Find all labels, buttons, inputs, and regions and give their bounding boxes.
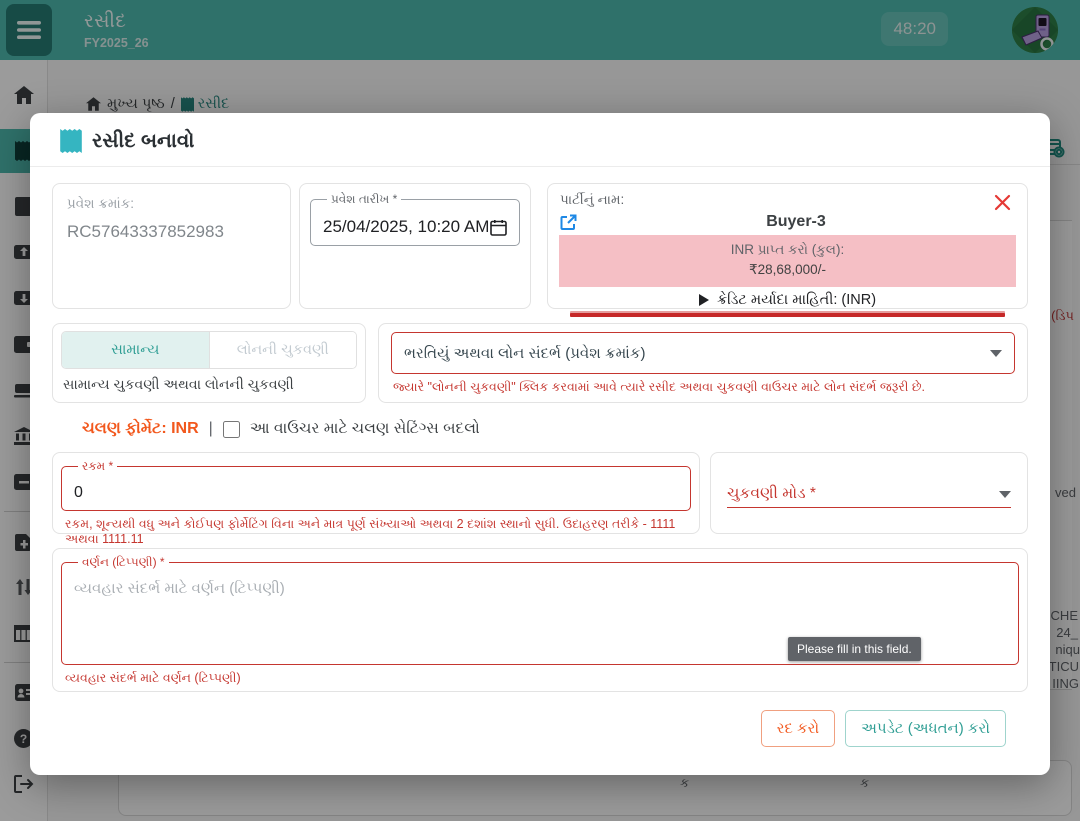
currency-settings-label: આ વાઉચર માટે ચલણ સેટિંગ્સ બદલો xyxy=(250,420,480,438)
reference-card: ભરતિયું અથવા લોન સંદર્ભ (પ્રવેશ ક્રમાંક)… xyxy=(378,323,1028,403)
currency-separator: | xyxy=(209,420,213,438)
credit-limit-toggle[interactable]: ક્રેડિટ મર્યાદા માહિતી: (INR) xyxy=(560,287,1015,312)
update-button[interactable]: અપડેટ (અધતન) કરો xyxy=(845,710,1006,747)
entry-date-card: પ્રવેશ તારીખ * 25/04/2025, 10:20 AM xyxy=(299,183,531,309)
amount-field[interactable]: રકમ * xyxy=(61,459,691,511)
receipt-icon xyxy=(60,129,82,153)
payment-mode-select[interactable]: ચુકવણી મોડ * xyxy=(727,485,1011,508)
reference-selected-value: ભરતિયું અથવા લોન સંદર્ભ (પ્રવેશ ક્રમાંક) xyxy=(404,345,645,362)
create-receipt-modal: રસીદ બનાવો પ્રવેશ ક્રમાંક: RC57643337852… xyxy=(30,113,1050,775)
payment-type-helper: સામાન્ય ચુકવણી અથવા લોનની ચુકવણી xyxy=(61,376,357,393)
currency-format-label: ચલણ ફોર્મેટ: INR xyxy=(82,420,199,438)
entry-date-field[interactable]: પ્રવેશ તારીખ * 25/04/2025, 10:20 AM xyxy=(310,192,520,246)
reference-select[interactable]: ભરતિયું અથવા લોન સંદર્ભ (પ્રવેશ ક્રમાંક) xyxy=(391,332,1015,374)
validation-tooltip: Please fill in this field. xyxy=(788,637,921,661)
play-arrow-icon xyxy=(699,294,709,306)
modal-title: રસીદ બનાવો xyxy=(92,130,194,153)
tab-loan-repayment[interactable]: લોનની ચુકવણી xyxy=(210,332,357,368)
party-name-label: પાર્ટીનું નામ: xyxy=(560,192,624,208)
entry-number-card: પ્રવેશ ક્રમાંક: RC57643337852983 xyxy=(52,183,291,309)
entry-date-value[interactable]: 25/04/2025, 10:20 AM xyxy=(323,217,489,237)
party-card: પાર્ટીનું નામ: Buyer-3 INR પ્રાપ્ત કરો (… xyxy=(547,183,1028,309)
receivable-banner: INR પ્રાપ્ત કરો (કુલ): ₹28,68,000/- xyxy=(559,235,1016,287)
close-icon[interactable] xyxy=(994,194,1011,211)
amount-input[interactable] xyxy=(74,484,678,502)
entry-date-label: પ્રવેશ તારીખ * xyxy=(327,192,401,207)
payment-mode-label: ચુકવણી મોડ * xyxy=(727,485,816,503)
entry-number-value: RC57643337852983 xyxy=(67,222,276,242)
payment-type-tabs: સામાન્ય લોનની ચુકવણી xyxy=(61,331,357,369)
chevron-down-icon xyxy=(999,491,1011,498)
description-helper: વ્યવહાર સંદર્ભ માટે વર્ણન (ટિપ્પણી) xyxy=(61,671,1019,686)
credit-limit-bar xyxy=(570,313,1005,317)
calendar-icon[interactable] xyxy=(490,219,507,236)
open-in-new-icon[interactable] xyxy=(560,214,577,231)
receivable-label: INR પ્રાપ્ત કરો (કુલ): xyxy=(559,240,1016,260)
chevron-down-icon xyxy=(990,350,1002,357)
description-card: વર્ણન (ટિપ્પણી) * વ્યવહાર સંદર્ભ માટે વર… xyxy=(52,548,1028,692)
tab-normal-payment[interactable]: સામાન્ય xyxy=(62,332,210,368)
amount-label: રકમ * xyxy=(78,459,117,474)
description-placeholder[interactable]: વ્યવહાર સંદર્ભ માટે વર્ણન (ટિપ્પણી) xyxy=(74,580,1006,597)
receivable-amount: ₹28,68,000/- xyxy=(559,260,1016,280)
amount-helper: રકમ, શૂન્યથી વધુ અને કોઈપણ ફોર્મેટિંગ વિ… xyxy=(61,517,691,547)
delete-button[interactable]: રદ કરો xyxy=(761,710,835,747)
party-name-value: Buyer-3 xyxy=(577,213,1015,231)
description-label: વર્ણન (ટિપ્પણી) * xyxy=(78,555,169,570)
credit-limit-label: ક્રેડિટ મર્યાદા માહિતી: (INR) xyxy=(717,292,876,308)
payment-mode-card: ચુકવણી મોડ * xyxy=(710,452,1028,534)
reference-helper: જ્યારે "લોનની ચુકવણી" ક્લિક કરવામાં આવે … xyxy=(391,380,1015,395)
amount-card: રકમ * રકમ, શૂન્યથી વધુ અને કોઈપણ ફોર્મેટ… xyxy=(52,452,700,534)
app-window: રસીદ FY2025_26 48:20 xyxy=(0,0,1080,821)
entry-number-label: પ્રવેશ ક્રમાંક: xyxy=(67,196,276,212)
currency-settings-checkbox[interactable] xyxy=(223,421,240,438)
payment-type-card: સામાન્ય લોનની ચુકવણી સામાન્ય ચુકવણી અથવા… xyxy=(52,323,366,403)
